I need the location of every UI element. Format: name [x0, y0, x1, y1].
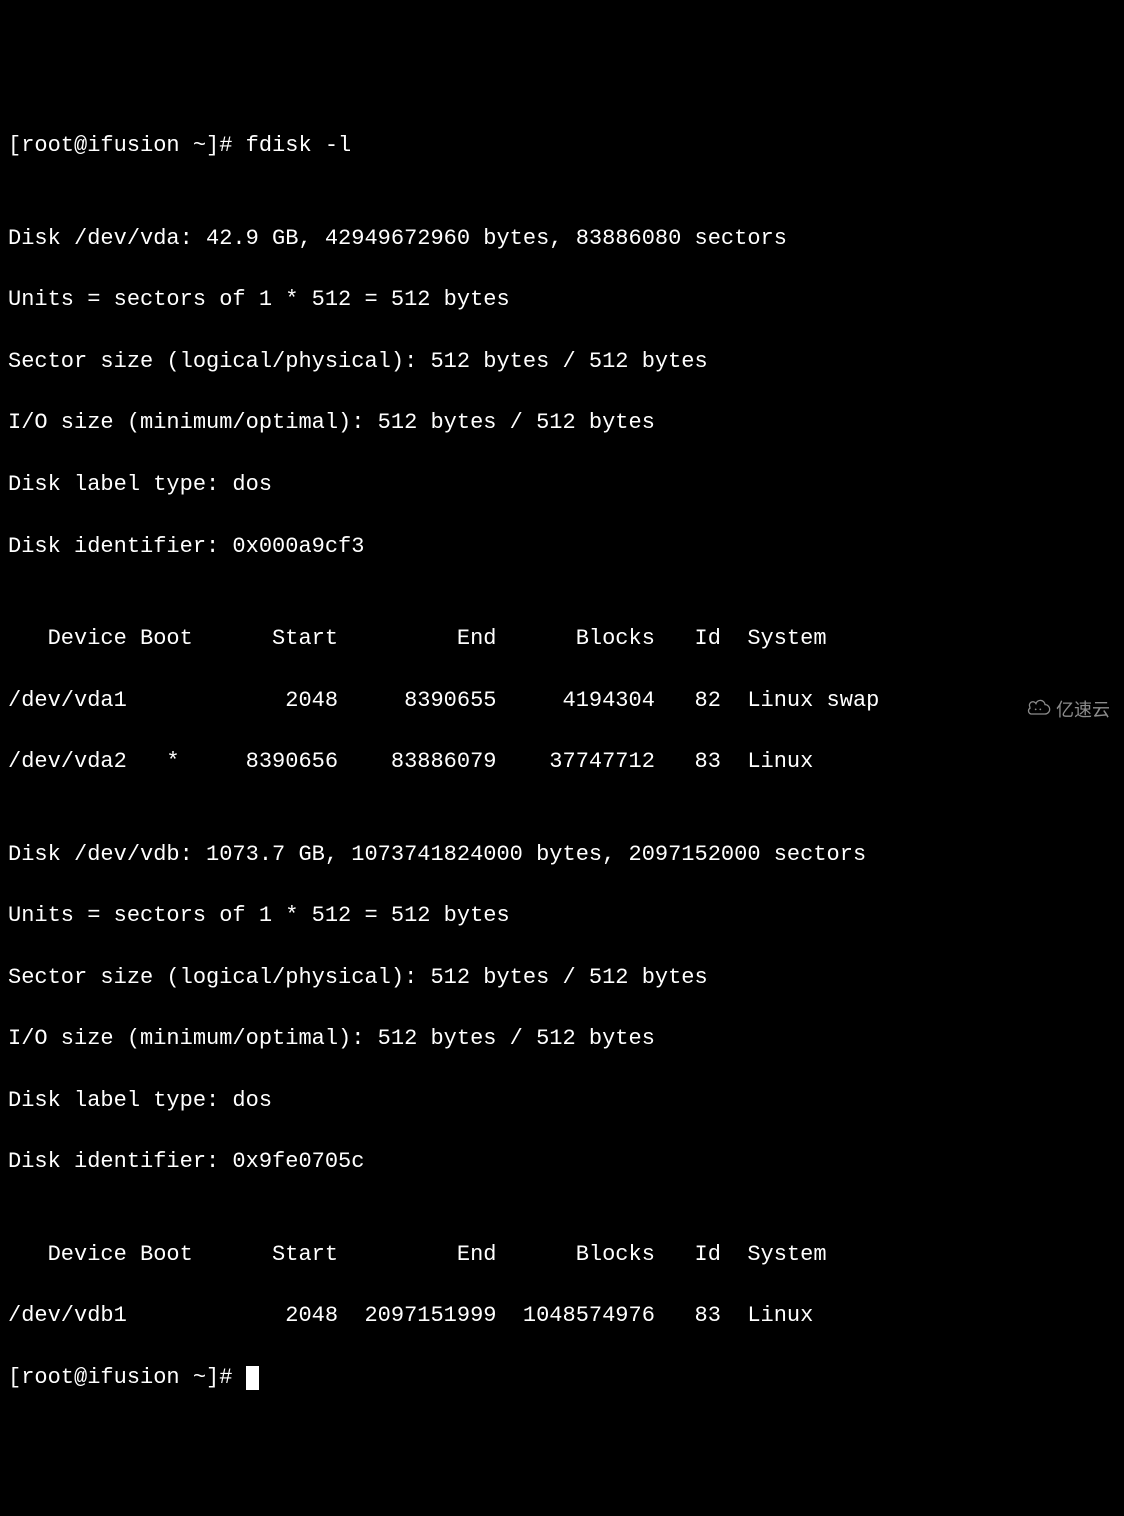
disk1-units: Units = sectors of 1 * 512 = 512 bytes [8, 285, 1116, 316]
disk2-sector-size: Sector size (logical/physical): 512 byte… [8, 963, 1116, 994]
terminal-prompt-active[interactable]: [root@ifusion ~]# [8, 1363, 1116, 1394]
disk2-io-size: I/O size (minimum/optimal): 512 bytes / … [8, 1024, 1116, 1055]
disk1-header: Disk /dev/vda: 42.9 GB, 42949672960 byte… [8, 224, 1116, 255]
cloud-icon [1004, 672, 1052, 748]
disk1-sector-size: Sector size (logical/physical): 512 byte… [8, 347, 1116, 378]
disk2-identifier: Disk identifier: 0x9fe0705c [8, 1147, 1116, 1178]
watermark-text: 亿速云 [1056, 698, 1110, 723]
disk2-units: Units = sectors of 1 * 512 = 512 bytes [8, 901, 1116, 932]
disk1-partition-row: /dev/vda2 * 8390656 83886079 37747712 83… [8, 747, 1116, 778]
disk1-table-header: Device Boot Start End Blocks Id System [8, 624, 1116, 655]
disk2-partition-row: /dev/vdb1 2048 2097151999 1048574976 83 … [8, 1301, 1116, 1332]
disk1-io-size: I/O size (minimum/optimal): 512 bytes / … [8, 408, 1116, 439]
disk2-label-type: Disk label type: dos [8, 1086, 1116, 1117]
disk1-partition-row: /dev/vda1 2048 8390655 4194304 82 Linux … [8, 686, 1116, 717]
watermark: 亿速云 [1004, 672, 1110, 748]
disk2-table-header: Device Boot Start End Blocks Id System [8, 1240, 1116, 1271]
prompt-text: [root@ifusion ~]# [8, 1365, 246, 1390]
cursor-icon [246, 1366, 259, 1390]
terminal-prompt-command: [root@ifusion ~]# fdisk -l [8, 131, 1116, 162]
disk2-header: Disk /dev/vdb: 1073.7 GB, 1073741824000 … [8, 840, 1116, 871]
disk1-label-type: Disk label type: dos [8, 470, 1116, 501]
disk1-identifier: Disk identifier: 0x000a9cf3 [8, 532, 1116, 563]
